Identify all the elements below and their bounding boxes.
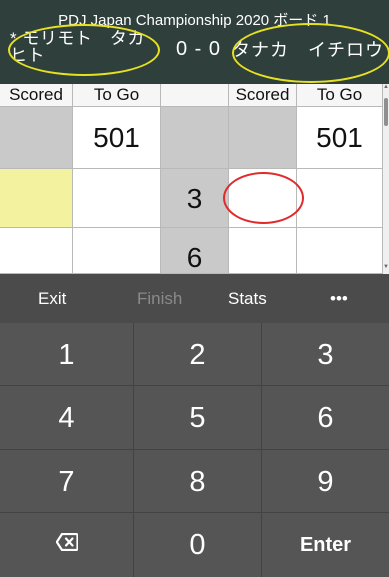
player1-name: * モリモト タカヒト (10, 29, 145, 65)
p2-togo-header: To Go (297, 84, 383, 107)
key-3[interactable]: 3 (262, 323, 389, 386)
more-options-button[interactable]: ••• (330, 289, 348, 309)
key-label: 0 (189, 529, 206, 561)
scroll-down-arrow-icon[interactable]: ▼ (383, 264, 389, 274)
key-label: 7 (58, 466, 75, 498)
key-7[interactable]: 7 (0, 450, 134, 513)
dart-number-cell: 6 (161, 228, 229, 274)
p1-score-entry-cell[interactable] (0, 169, 73, 228)
key-label: 4 (58, 402, 75, 434)
key-label: 9 (317, 466, 334, 498)
key-9[interactable]: 9 (262, 450, 389, 513)
exit-button[interactable]: Exit (38, 289, 66, 309)
scroll-up-arrow-icon[interactable]: ▲ (383, 84, 389, 94)
dart-number-cell: 3 (161, 169, 229, 228)
p2-togo-cell (297, 169, 383, 228)
match-score: 0 - 0 (176, 38, 222, 60)
key-1[interactable]: 1 (0, 323, 134, 386)
enter-label: Enter (299, 534, 352, 556)
key-5[interactable]: 5 (134, 386, 262, 450)
scroll-thumb[interactable] (384, 98, 388, 126)
p2-togo-cell (297, 228, 383, 274)
stats-button[interactable]: Stats (228, 289, 267, 309)
p1-togo-cell (73, 228, 161, 274)
p1-togo-cell: 501 (73, 107, 161, 169)
key-2[interactable]: 2 (134, 323, 262, 386)
key-label: 2 (189, 339, 206, 371)
key-label: 6 (317, 402, 334, 434)
key-label: 5 (189, 402, 206, 434)
p2-scored-cell (229, 107, 297, 169)
key-label: 3 (317, 339, 334, 371)
table-scrollbar[interactable]: ▲ ▼ (383, 84, 389, 274)
p2-togo-cell: 501 (297, 107, 383, 169)
player2-name: タナカ イチロウ (232, 40, 384, 60)
p2-scored-header: Scored (229, 84, 297, 107)
p1-scored-header: Scored (0, 84, 73, 107)
key-4[interactable]: 4 (0, 386, 134, 450)
match-header: PDJ Japan Championship 2020 ボード 1 * モリモト… (0, 0, 389, 84)
p1-togo-cell (73, 169, 161, 228)
backspace-icon (55, 532, 79, 552)
number-keypad: 1 2 3 4 5 6 7 8 9 0 Enter (0, 323, 389, 577)
finish-button[interactable]: Finish (137, 289, 182, 309)
p2-scored-cell (229, 228, 297, 274)
scoreboard-table: Scored To Go Scored To Go 501 501 3 6 (0, 84, 383, 274)
p1-scored-cell (0, 228, 73, 274)
p1-scored-cell (0, 107, 73, 169)
key-0[interactable]: 0 (134, 513, 262, 577)
p1-togo-header: To Go (73, 84, 161, 107)
key-label: 8 (189, 466, 206, 498)
dart-header (161, 84, 229, 107)
enter-button[interactable]: Enter (262, 513, 389, 577)
action-toolbar: Exit Finish Stats ••• (0, 274, 389, 323)
dart-cell (161, 107, 229, 169)
backspace-button[interactable] (0, 513, 134, 577)
match-title: PDJ Japan Championship 2020 ボード 1 (58, 12, 331, 29)
key-label: 1 (58, 339, 75, 371)
p2-scored-cell[interactable] (229, 169, 297, 228)
key-8[interactable]: 8 (134, 450, 262, 513)
key-6[interactable]: 6 (262, 386, 389, 450)
